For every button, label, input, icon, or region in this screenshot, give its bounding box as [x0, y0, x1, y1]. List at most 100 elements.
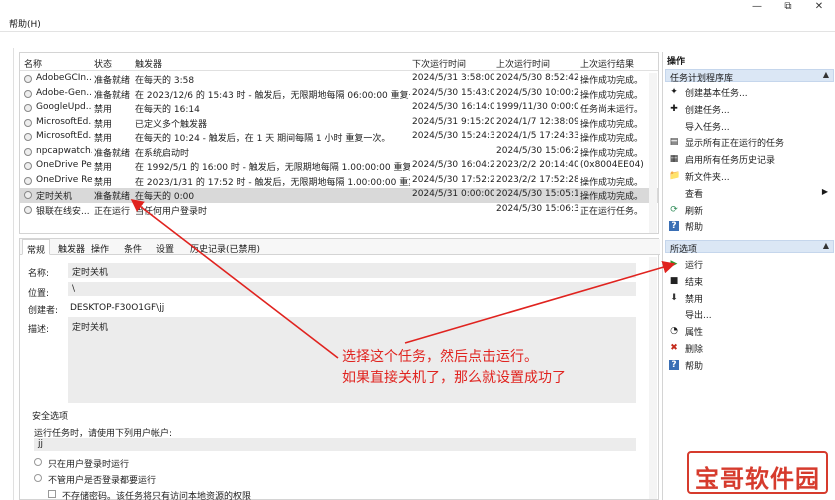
column-header-name[interactable]: 名称 [24, 57, 42, 70]
column-header-status[interactable]: 状态 [94, 57, 112, 70]
cell-last: 2024/5/30 15:05:11 [496, 189, 578, 199]
cell-last: 2024/5/30 8:52:42 [496, 73, 578, 83]
name-field[interactable]: 定时关机 [68, 263, 636, 278]
close-button[interactable]: ✕ [804, 1, 834, 13]
action-help[interactable]: ? 帮助 [665, 357, 834, 373]
action-create-basic-task[interactable]: ✦ 创建基本任务... [665, 84, 834, 100]
action-running-tasks[interactable]: ▤ 显示所有正在运行的任务 [665, 134, 834, 150]
cell-name: AdobeGCIn... [36, 73, 92, 83]
run-whether-logged-on-label: 不管用户是否登录都要运行 [48, 476, 157, 486]
author-value: DESKTOP-F30O1GF\jj [70, 303, 165, 313]
collapse-arrow-icon[interactable]: ▲ [823, 241, 829, 250]
action-label: 禁用 [685, 294, 704, 305]
collapse-arrow-icon[interactable]: ▲ [823, 70, 829, 79]
table-row[interactable]: GoogleUpd... 禁用 在每天的 16:14 2024/5/30 16:14:… [20, 101, 658, 116]
table-row[interactable]: OneDrive Re...禁用 在 2023/1/31 的 17:52 时 - … [20, 174, 658, 189]
delete-icon: ✖ [670, 343, 678, 353]
tab-conditions[interactable]: 条件 [124, 242, 142, 255]
action-delete[interactable]: ✖ 删除 [665, 340, 834, 356]
cell-last: 2024/5/30 10:00:25 [496, 87, 578, 98]
cell-trigger: 在每天的 0:00 [135, 192, 195, 202]
action-label: 查看 [685, 189, 704, 200]
table-row[interactable]: npcapwatch...准备就绪在系统启动时 2024/5/30 15:06:2… [20, 145, 658, 160]
action-create-task[interactable]: ✚ 创建任务... [665, 101, 834, 117]
radio-run-whether-logged-on[interactable] [34, 474, 42, 482]
do-not-store-password-label: 不存储密码。该任务将只有访问本地资源的权限 [62, 492, 252, 500]
cell-trigger: 在 2023/1/31 的 17:52 时 - 触发后，无限期地每隔 1.00:… [135, 177, 410, 188]
table-row[interactable]: 银联在线安... 正在运行 当任何用户登录时 2024/5/30 15:06:33 正在… [20, 203, 658, 218]
column-header-next-run[interactable]: 下次运行时间 [412, 57, 466, 70]
cell-next: 2024/5/31 0:00:00 [412, 189, 494, 199]
cell-trigger: 在每天的 16:14 [135, 105, 200, 115]
action-label: 结束 [685, 277, 704, 288]
action-end[interactable]: ■ 结束 [665, 273, 834, 289]
cell-result: (0x8004EE04) [580, 160, 644, 170]
column-header-last-result[interactable]: 上次运行结果 [580, 57, 634, 70]
action-label: 导入任务... [685, 122, 730, 133]
cell-result: 操作成功完成。 [580, 119, 644, 130]
run-icon: ▶ [670, 259, 678, 269]
tab-history[interactable]: 历史记录(已禁用) [190, 242, 260, 255]
tab-settings[interactable]: 设置 [156, 242, 174, 255]
action-refresh[interactable]: ⟳ 刷新 [665, 202, 834, 218]
action-export[interactable]: 导出... [665, 306, 834, 322]
action-help[interactable]: ? 帮助 [665, 218, 834, 234]
security-options-title: 安全选项 [32, 412, 69, 422]
cell-name: 定时关机 [36, 192, 73, 202]
action-properties[interactable]: ◔ 属性 [665, 323, 834, 339]
tab-actions[interactable]: 操作 [91, 242, 109, 255]
action-view[interactable]: 查看 ▶ [665, 185, 834, 201]
tab-triggers[interactable]: 触发器 [58, 242, 85, 255]
create-basic-task-icon: ✦ [670, 87, 678, 97]
end-icon: ■ [669, 275, 679, 286]
action-new-folder[interactable]: 📁 新文件夹... [665, 168, 834, 184]
action-run[interactable]: ▶ 运行 [665, 256, 834, 272]
location-field[interactable]: \ [68, 282, 636, 296]
detail-scrollbar[interactable] [649, 257, 657, 499]
cell-last: 2024/5/30 15:06:33 [496, 203, 578, 214]
title-bar: — ⧉ ✕ [0, 0, 835, 14]
cell-last: 2023/2/2 17:52:28 [496, 174, 578, 185]
action-label: 导出... [685, 311, 712, 322]
task-clock-icon [24, 147, 32, 156]
menu-help[interactable]: 帮助(H) [9, 17, 41, 30]
action-history[interactable]: ▦ 启用所有任务历史记录 [665, 151, 834, 167]
checkbox-do-not-store-password[interactable] [48, 490, 56, 498]
cell-status: 禁用 [94, 119, 113, 130]
table-row[interactable]: AdobeGCIn... 准备就绪 在每天的 3:58 2024/5/31 3:58:… [20, 72, 658, 87]
task-list-header: 名称 状态 触发器 下次运行时间 上次运行时间 上次运行结果 [20, 53, 658, 71]
action-disable[interactable]: ⬇ 禁用 [665, 290, 834, 306]
minimize-button[interactable]: — [742, 1, 772, 13]
cell-trigger: 在 2023/12/6 的 15:43 时 - 触发后，无限期地每隔 06:00… [135, 90, 410, 101]
tab-general[interactable]: 常规 [22, 239, 51, 256]
group-task-library[interactable]: 任务计划程序库 ▲ [665, 69, 834, 84]
table-row[interactable]: 定时关机 准备就绪 在每天的 0:00 2024/5/31 0:00:00 2024/5… [20, 188, 658, 203]
column-header-trigger[interactable]: 触发器 [135, 57, 162, 70]
navigation-pane [0, 48, 14, 500]
column-header-last-run[interactable]: 上次运行时间 [496, 57, 550, 70]
cell-next: 2024/5/30 15:43:00 [412, 87, 494, 98]
action-label: 创建任务... [685, 105, 730, 116]
table-row[interactable]: MicrosoftEd... 禁用 在每天的 10:24 - 触发后，在 1 天 期… [20, 130, 658, 145]
action-label: 运行 [685, 261, 704, 271]
radio-run-logged-on[interactable] [34, 458, 42, 466]
run-as-user-field[interactable]: jj [34, 438, 636, 451]
task-clock-icon [24, 162, 32, 170]
action-import[interactable]: 导入任务... [665, 118, 834, 134]
import-icon [669, 121, 679, 131]
table-row[interactable]: OneDrive Pe...禁用 在 1992/5/1 的 16:00 时 - 触… [20, 159, 658, 174]
maximize-button[interactable]: ⧉ [773, 1, 803, 13]
new-folder-icon: 📁 [669, 171, 681, 181]
cell-name: GoogleUpd... [36, 102, 92, 112]
refresh-icon: ⟳ [670, 204, 678, 215]
task-list-scrollbar[interactable] [649, 73, 657, 233]
group-selected-item[interactable]: 所选项 ▲ [665, 240, 834, 255]
table-row[interactable]: Adobe-Gen... 准备就绪在 2023/12/6 的 15:43 时 - … [20, 87, 658, 102]
cell-status: 准备就绪 [94, 76, 131, 86]
cell-name: MicrosoftEd... [36, 116, 92, 127]
table-row[interactable]: MicrosoftEd... 禁用 已定义多个触发器 2024/5/31 9:15:2… [20, 116, 658, 131]
task-clock-icon [24, 75, 32, 83]
cell-last: 1999/11/30 0:00:00 [496, 102, 578, 112]
task-clock-icon [24, 118, 32, 127]
cell-result: 操作成功完成。 [580, 177, 644, 188]
